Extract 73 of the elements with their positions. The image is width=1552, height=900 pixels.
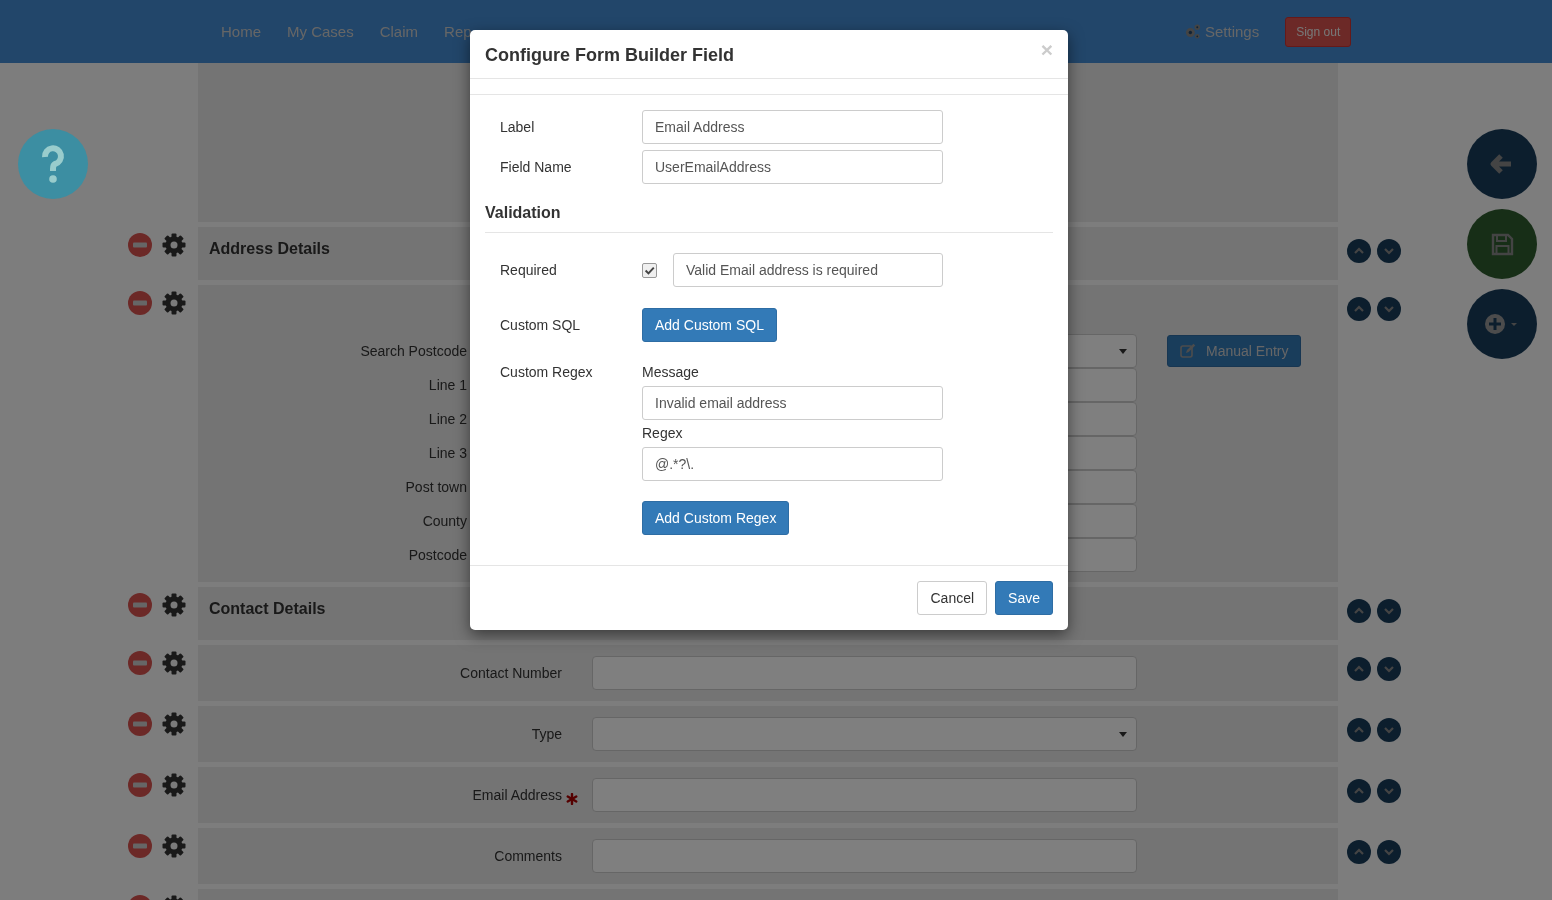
add-custom-regex-button[interactable]: Add Custom Regex	[642, 501, 790, 535]
caret-icon	[1119, 349, 1127, 354]
input-field[interactable]	[592, 839, 1137, 873]
move-down-icon[interactable]	[1377, 840, 1401, 864]
input-field[interactable]	[592, 778, 1137, 812]
help-button[interactable]	[18, 129, 88, 199]
text-input[interactable]: Invalid email address	[642, 386, 943, 420]
move-up-icon[interactable]	[1347, 718, 1371, 742]
field-label: Field Name	[500, 159, 573, 175]
sign-out-button[interactable]: Sign out	[1285, 16, 1352, 47]
required-checkbox[interactable]	[642, 262, 657, 278]
section-heading: Contact Details	[209, 600, 326, 618]
move-down-icon[interactable]	[1377, 239, 1401, 263]
move-down-icon[interactable]	[1377, 718, 1401, 742]
field-label: Line 2	[427, 411, 467, 427]
move-up-icon[interactable]	[1347, 297, 1371, 321]
remove-icon[interactable]	[128, 773, 152, 797]
add-custom-sql-button[interactable]: Add Custom SQL	[642, 308, 777, 342]
field-label: Email Address	[472, 787, 562, 803]
cancel-button[interactable]: Cancel	[917, 581, 988, 615]
move-up-icon[interactable]	[1347, 779, 1371, 803]
save-button[interactable]: Save	[995, 581, 1053, 615]
add-menu-button[interactable]	[1467, 289, 1537, 359]
section-heading: Validation	[485, 190, 1053, 233]
field-label: Line 3	[427, 445, 467, 461]
select-field[interactable]	[592, 717, 1137, 751]
field-label: Search Postcode	[359, 343, 467, 359]
settings-icon[interactable]	[162, 712, 186, 736]
remove-icon[interactable]	[128, 834, 152, 858]
move-down-icon[interactable]	[1377, 657, 1401, 681]
field-label: Line 1	[427, 377, 467, 393]
text-input[interactable]: @.*?\.	[642, 447, 943, 481]
move-up-icon[interactable]	[1347, 657, 1371, 681]
field-label: Post town	[404, 479, 467, 495]
back-button[interactable]	[1467, 129, 1537, 199]
field-label: Label	[500, 119, 536, 135]
settings-icon[interactable]	[162, 593, 186, 617]
field-label: Comments	[494, 848, 562, 864]
modal-title: Configure Form Builder Field	[485, 45, 734, 66]
save-fab-button[interactable]	[1467, 209, 1537, 279]
field-label: Message	[642, 364, 699, 380]
field-label: Custom SQL	[500, 317, 582, 333]
remove-icon[interactable]	[128, 233, 152, 257]
field-label: Custom Regex	[500, 364, 594, 380]
move-up-icon[interactable]	[1347, 239, 1371, 263]
remove-icon[interactable]	[128, 712, 152, 736]
settings-icon[interactable]	[162, 651, 186, 675]
section-heading: Address Details	[209, 240, 330, 258]
edit-icon	[1180, 343, 1196, 359]
field-label: County	[421, 513, 467, 529]
settings-icon[interactable]	[162, 834, 186, 858]
move-up-icon[interactable]	[1347, 840, 1371, 864]
caret-icon	[1119, 732, 1127, 737]
field-label: Required	[500, 262, 558, 278]
field-label: Postcode	[407, 547, 467, 563]
move-up-icon[interactable]	[1347, 599, 1371, 623]
field-label: Regex	[642, 425, 683, 441]
input-field[interactable]	[592, 656, 1137, 690]
move-down-icon[interactable]	[1377, 599, 1401, 623]
move-down-icon[interactable]	[1377, 297, 1401, 321]
text-input[interactable]: Valid Email address is required	[673, 253, 943, 287]
gears-icon	[1184, 23, 1201, 40]
remove-icon[interactable]	[128, 651, 152, 675]
settings-icon[interactable]	[162, 291, 186, 315]
field-label: Type	[531, 726, 562, 742]
move-down-icon[interactable]	[1377, 779, 1401, 803]
remove-icon[interactable]	[128, 593, 152, 617]
text-input[interactable]: UserEmailAddress	[642, 150, 943, 184]
text-input[interactable]: Email Address	[642, 110, 943, 144]
field-label: Contact Number	[460, 665, 562, 681]
remove-icon[interactable]	[128, 291, 152, 315]
settings-icon[interactable]	[162, 233, 186, 257]
settings-icon[interactable]	[162, 773, 186, 797]
